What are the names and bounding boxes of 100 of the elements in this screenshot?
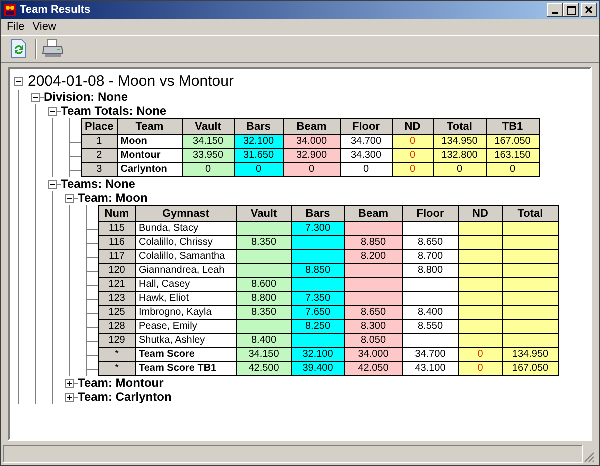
column-header[interactable]: Vault: [236, 206, 292, 222]
table-cell: 163.150: [486, 148, 540, 162]
table-cell: 7.300: [292, 222, 344, 236]
table-cell: Hall, Casey: [136, 278, 236, 292]
table-cell: 0: [283, 162, 340, 176]
table-cell: 8.350: [236, 306, 292, 320]
table-cell: 31.650: [234, 148, 284, 162]
collapse-icon[interactable]: [48, 180, 57, 188]
table-cell: 0: [458, 362, 502, 376]
table-cell: 34.000: [344, 348, 402, 362]
table-cell: Montour: [117, 148, 182, 162]
tree-node-label[interactable]: Team Totals: None: [61, 104, 167, 118]
table-cell: Bunda, Stacy: [136, 222, 236, 236]
column-header[interactable]: Num: [98, 206, 136, 222]
column-header[interactable]: Floor: [402, 206, 458, 222]
column-header[interactable]: TB1: [486, 118, 540, 134]
table-cell: 0: [234, 162, 284, 176]
expand-icon[interactable]: [65, 378, 74, 388]
table-cell: Shutka, Ashley: [136, 334, 236, 348]
table-cell: Team Score TB1: [136, 362, 236, 376]
tree-node-label[interactable]: 2004-01-08 - Moon vs Montour: [28, 72, 234, 90]
table-cell: Moon: [117, 134, 182, 148]
table-cell: 1: [82, 134, 118, 148]
column-header[interactable]: Beam: [344, 206, 402, 222]
table-cell: 3: [82, 162, 118, 176]
table-cell: 0: [392, 162, 434, 176]
table-cell: 120: [98, 264, 136, 278]
table-cell: 8.850: [292, 264, 344, 278]
table-cell: 33.950: [182, 148, 234, 162]
close-icon: [585, 6, 593, 14]
table-cell: 115: [98, 222, 136, 236]
collapse-icon[interactable]: [14, 76, 23, 86]
table-cell: 8.700: [402, 250, 458, 264]
close-button[interactable]: [581, 3, 597, 17]
column-header[interactable]: Bars: [234, 118, 284, 134]
tree-node-label[interactable]: Team: Moon: [78, 191, 148, 205]
table-cell: 42.050: [344, 362, 402, 376]
column-header[interactable]: Total: [433, 118, 486, 134]
column-header[interactable]: Floor: [340, 118, 392, 134]
expand-icon[interactable]: [65, 392, 74, 402]
table-cell: 32.100: [234, 134, 284, 148]
table-cell: 42.500: [236, 362, 292, 376]
column-header[interactable]: Gymnast: [136, 206, 236, 222]
column-header[interactable]: Vault: [182, 118, 234, 134]
table-cell: 39.400: [292, 362, 344, 376]
table-cell: 0: [486, 162, 540, 176]
table-cell: 34.150: [236, 348, 292, 362]
column-header[interactable]: ND: [458, 206, 502, 222]
table-cell: 8.650: [344, 306, 402, 320]
resize-grip-icon[interactable]: [583, 451, 595, 463]
table-cell: 34.300: [340, 148, 392, 162]
collapse-icon[interactable]: [65, 194, 74, 202]
window-title: Team Results: [20, 4, 92, 16]
tree-node-label[interactable]: Teams: None: [61, 177, 136, 191]
table-cell: 2: [82, 148, 118, 162]
tree-node-label[interactable]: Team: Montour: [78, 376, 164, 390]
table-cell: *: [98, 348, 136, 362]
app-icon: [3, 3, 17, 17]
table-cell: 43.100: [402, 362, 458, 376]
table-cell: 0: [392, 148, 434, 162]
table-cell: 7.350: [292, 292, 344, 306]
column-header[interactable]: Beam: [283, 118, 340, 134]
table-cell: Hawk, Eliot: [136, 292, 236, 306]
tree-node-label[interactable]: Division: None: [44, 90, 128, 104]
table-cell: 134.950: [502, 348, 558, 362]
column-header[interactable]: Place: [82, 118, 118, 134]
collapse-icon[interactable]: [48, 106, 57, 116]
table-cell: 34.150: [182, 134, 234, 148]
table-cell: 34.700: [340, 134, 392, 148]
maximize-button[interactable]: [563, 3, 579, 17]
table-cell: 8.600: [236, 278, 292, 292]
table-cell: 0: [458, 348, 502, 362]
table-cell: 8.650: [402, 236, 458, 250]
table-cell: *: [98, 362, 136, 376]
menu-item[interactable]: File: [5, 21, 27, 33]
tree-node-label[interactable]: Team: Carlynton: [78, 390, 172, 404]
table-cell: Imbrogno, Kayla: [136, 306, 236, 320]
table-cell: 8.350: [236, 236, 292, 250]
table-cell: 34.700: [402, 348, 458, 362]
table-cell: 32.100: [292, 348, 344, 362]
table-cell: 117: [98, 250, 136, 264]
table-cell: Carlynton: [117, 162, 182, 176]
table-cell: 8.300: [344, 320, 402, 334]
table-cell: 125: [98, 306, 136, 320]
table-cell: 8.800: [236, 292, 292, 306]
table-cell: 123: [98, 292, 136, 306]
table-cell: 8.800: [402, 264, 458, 278]
column-header[interactable]: ND: [392, 118, 434, 134]
minimize-button[interactable]: [547, 3, 563, 17]
table-cell: 0: [182, 162, 234, 176]
table-cell: Team Score: [136, 348, 236, 362]
column-header[interactable]: Team: [117, 118, 182, 134]
table-cell: 8.850: [344, 236, 402, 250]
menu-item[interactable]: View: [30, 21, 58, 33]
table-cell: 32.900: [283, 148, 340, 162]
column-header[interactable]: Total: [502, 206, 558, 222]
collapse-icon[interactable]: [31, 92, 40, 102]
table-cell: 128: [98, 320, 136, 334]
column-header[interactable]: Bars: [292, 206, 344, 222]
table-cell: 116: [98, 236, 136, 250]
